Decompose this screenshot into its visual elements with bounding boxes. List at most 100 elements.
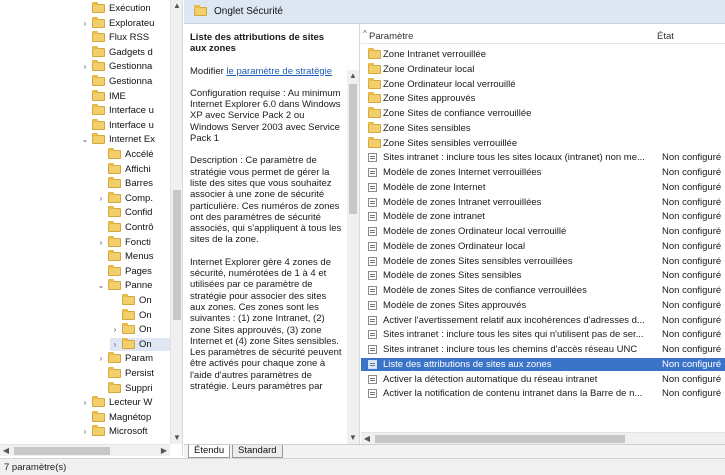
tab-standard[interactable]: Standard: [232, 445, 283, 458]
column-header-state[interactable]: État: [657, 31, 674, 42]
tree-item[interactable]: Interface u: [80, 104, 170, 117]
pane-header: Onglet Sécurité: [184, 0, 725, 24]
chevron-right-icon[interactable]: ›: [80, 396, 90, 409]
scroll-thumb[interactable]: [375, 435, 625, 443]
tree-item-label: Contrô: [125, 222, 154, 233]
tree-item[interactable]: Flux RSS: [80, 31, 170, 44]
setting-row[interactable]: Modèle de zones Ordinateur local Non conf…: [361, 240, 725, 253]
tree-item[interactable]: Barres: [96, 177, 170, 190]
tree-item[interactable]: › Gestionna: [80, 60, 170, 73]
setting-name: Modèle de zones Sites sensibles: [383, 270, 522, 282]
folder-row[interactable]: Zone Sites approuvés: [361, 92, 725, 105]
scroll-up-icon[interactable]: ▲: [171, 0, 183, 12]
tree-item[interactable]: Suppri: [96, 381, 170, 395]
description-text: Liste des attributions de sites aux zone…: [190, 32, 342, 403]
tree-vertical-scrollbar[interactable]: ▲ ▼: [170, 0, 182, 444]
chevron-right-icon[interactable]: ›: [96, 236, 106, 249]
chevron-right-icon[interactable]: ›: [96, 352, 106, 365]
tree-item[interactable]: › Microsoft: [80, 425, 170, 438]
setting-row[interactable]: Liste des attributions de sites aux zone…: [361, 357, 725, 371]
tab-extended[interactable]: Étendu: [188, 445, 231, 458]
setting-state: Non configuré: [662, 240, 722, 252]
tree-item[interactable]: Gestionna: [80, 75, 170, 88]
scroll-left-icon[interactable]: ◀: [0, 445, 12, 457]
tree-item[interactable]: Pages: [96, 264, 170, 278]
setting-row[interactable]: Modèle de zones Internet verrouillées Non…: [361, 166, 725, 179]
tree-item[interactable]: › Comp.: [96, 191, 170, 205]
column-header-setting[interactable]: Paramètre: [369, 31, 413, 42]
setting-row[interactable]: Modèle de zone intranet Non configuré: [361, 210, 725, 223]
folder-icon: [108, 206, 121, 218]
setting-row[interactable]: Modèle de zones Sites de confiance verro…: [361, 284, 725, 297]
setting-row[interactable]: Sites intranet : inclure tous les sites …: [361, 151, 725, 164]
tree-item[interactable]: › On: [110, 323, 170, 336]
setting-row[interactable]: Activer la détection automatique du rése…: [361, 373, 725, 386]
folder-row[interactable]: Zone Sites sensibles verrouillée: [361, 136, 725, 150]
chevron-right-icon[interactable]: ›: [80, 425, 90, 438]
edit-policy-link[interactable]: le paramètre de stratégie: [226, 66, 332, 77]
setting-row[interactable]: Modèle de zones Intranet verrouillées Non…: [361, 196, 725, 209]
tree-item[interactable]: Affichi: [96, 162, 170, 176]
folder-icon: [92, 75, 105, 86]
setting-row[interactable]: Modèle de zones Sites sensibles Non confi…: [361, 269, 725, 282]
tree-item[interactable]: › Param: [96, 352, 170, 365]
tree-item[interactable]: Exécution: [80, 2, 170, 15]
tree-item[interactable]: IME: [80, 89, 170, 103]
settings-list[interactable]: ^ Paramètre État Zone Intranet verrouill…: [361, 24, 725, 444]
tree-item[interactable]: On: [110, 294, 170, 307]
chevron-right-icon[interactable]: ›: [80, 17, 90, 30]
tree-horizontal-scrollbar[interactable]: ◀ ▶: [0, 444, 170, 456]
policy-setting-icon: [368, 374, 377, 384]
scroll-right-icon[interactable]: ▶: [158, 445, 170, 457]
tree-item[interactable]: Interface u: [80, 118, 170, 132]
tree-item[interactable]: › Explorateu: [80, 16, 170, 30]
setting-state: Non configuré: [662, 358, 722, 370]
tree-item[interactable]: ⌄ Panne: [96, 279, 170, 292]
setting-row[interactable]: Activer la notification de contenu intra…: [361, 387, 725, 400]
setting-row[interactable]: Modèle de zones Ordinateur local verroui…: [361, 225, 725, 238]
folder-icon: [92, 89, 105, 101]
tree-item[interactable]: Contrô: [96, 221, 170, 234]
tree-pane[interactable]: Exécution › Explorateu Flux RSS Gadgets d › Ge…: [0, 0, 183, 456]
chevron-right-icon[interactable]: ›: [96, 192, 106, 205]
tree-item[interactable]: Accélé: [96, 148, 170, 161]
setting-name: Activer l'avertissement relatif aux inco…: [383, 314, 645, 326]
scroll-down-icon[interactable]: ▼: [171, 432, 183, 444]
tree-item[interactable]: Magnétop: [80, 410, 170, 424]
chevron-right-icon[interactable]: ›: [110, 323, 120, 336]
setting-row[interactable]: Modèle de zones Sites sensibles verrouil…: [361, 255, 725, 268]
tree-item[interactable]: › Foncti: [96, 235, 170, 249]
scroll-thumb[interactable]: [14, 447, 110, 455]
tree-item[interactable]: Gadgets d: [80, 45, 170, 59]
policy-setting-icon: [368, 330, 377, 340]
scroll-up-icon[interactable]: ▲: [347, 70, 359, 82]
scroll-thumb[interactable]: [349, 84, 357, 214]
chevron-down-icon[interactable]: ⌄: [80, 133, 90, 146]
tree-item[interactable]: › On: [110, 337, 170, 351]
tree-item[interactable]: Persist: [96, 367, 170, 380]
tree-item[interactable]: Confid: [96, 206, 170, 219]
setting-row[interactable]: Activer l'avertissement relatif aux inco…: [361, 314, 725, 327]
scroll-thumb[interactable]: [173, 190, 181, 320]
folder-row[interactable]: Zone Sites de confiance verrouillée: [361, 107, 725, 120]
folder-row[interactable]: Zone Ordinateur local: [361, 62, 725, 76]
setting-row[interactable]: Sites intranet : inclure tous les chemin…: [361, 343, 725, 356]
tree-item[interactable]: › Lecteur W: [80, 396, 170, 409]
description-scrollbar[interactable]: ▲ ▼: [347, 70, 359, 444]
scroll-down-icon[interactable]: ▼: [347, 432, 359, 444]
tree-item[interactable]: On: [110, 308, 170, 322]
chevron-right-icon[interactable]: ›: [80, 60, 90, 73]
setting-row[interactable]: Sites intranet : inclure tous les sites …: [361, 328, 725, 341]
tree-item[interactable]: Menus: [96, 250, 170, 263]
folder-row[interactable]: Zone Intranet verrouillée: [361, 48, 725, 61]
modify-line: Modifier le paramètre de stratégie: [190, 66, 342, 77]
setting-row[interactable]: Modèle de zone Internet Non configuré: [361, 181, 725, 194]
tree-item[interactable]: ⌄ Internet Ex: [80, 133, 170, 146]
list-horizontal-scrollbar[interactable]: ◀: [361, 432, 725, 444]
folder-row[interactable]: Zone Sites sensibles: [361, 121, 725, 135]
chevron-right-icon[interactable]: ›: [110, 338, 120, 351]
setting-row[interactable]: Modèle de zones Sites approuvés Non confi…: [361, 299, 725, 312]
folder-row[interactable]: Zone Ordinateur local verrouillé: [361, 77, 725, 91]
chevron-down-icon[interactable]: ⌄: [96, 279, 106, 292]
